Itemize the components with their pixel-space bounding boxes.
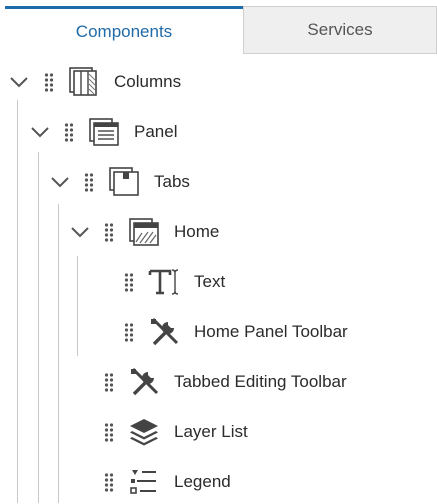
chevron-down-icon[interactable] [69, 221, 91, 243]
chevron-down-icon[interactable] [49, 171, 71, 193]
tree-item-home[interactable]: Home [0, 210, 437, 254]
tab-services[interactable]: Services [243, 6, 437, 54]
tree-item-label: Home [174, 222, 220, 241]
drag-handle-icon[interactable] [64, 122, 74, 142]
layers-icon [130, 419, 158, 446]
chevron-down-icon[interactable] [8, 71, 30, 93]
drag-handle-icon[interactable] [104, 422, 114, 442]
tree-item-columns[interactable]: Columns [0, 60, 437, 104]
tab-components[interactable]: Components [5, 6, 243, 54]
tree-item-label: Panel [134, 122, 178, 141]
tree-item-panel[interactable]: Panel [0, 110, 437, 154]
home-tab-icon [129, 218, 159, 246]
drag-handle-icon[interactable] [104, 472, 114, 492]
drag-handle-icon[interactable] [104, 372, 114, 392]
drag-handle-icon[interactable] [124, 272, 134, 292]
tree-item-layer-list[interactable]: Layer List [0, 410, 437, 454]
tree-item-label: Layer List [174, 422, 248, 441]
drag-handle-icon[interactable] [44, 72, 54, 92]
tree-item-label: Home Panel Toolbar [194, 322, 348, 341]
text-icon [148, 269, 179, 295]
drag-handle-icon[interactable] [124, 322, 134, 342]
chevron-down-icon[interactable] [29, 121, 51, 143]
tree-item-label: Legend [174, 472, 231, 491]
tree-item-label: Columns [114, 72, 182, 91]
tree-item-legend[interactable]: Legend [0, 460, 437, 504]
tools-icon [151, 317, 179, 346]
tree-item-tabbed-editing-toolbar[interactable]: Tabbed Editing Toolbar [0, 360, 437, 404]
tree-item-text[interactable]: Text [0, 260, 437, 304]
tree-item-label: Tabbed Editing Toolbar [174, 372, 347, 391]
tree-item-tabs[interactable]: Tabs [0, 160, 437, 204]
tab-bar: Services Components [0, 0, 437, 55]
tabs-icon [109, 167, 139, 196]
tree-item-label: Tabs [154, 172, 190, 191]
drag-handle-icon[interactable] [84, 172, 94, 192]
legend-icon [130, 470, 156, 494]
columns-icon [69, 67, 97, 96]
panel-icon [89, 118, 119, 146]
tree-item-label: Text [194, 272, 226, 291]
tree-item-home-panel-toolbar[interactable]: Home Panel Toolbar [0, 310, 437, 354]
tools-icon [131, 367, 159, 396]
drag-handle-icon[interactable] [104, 222, 114, 242]
